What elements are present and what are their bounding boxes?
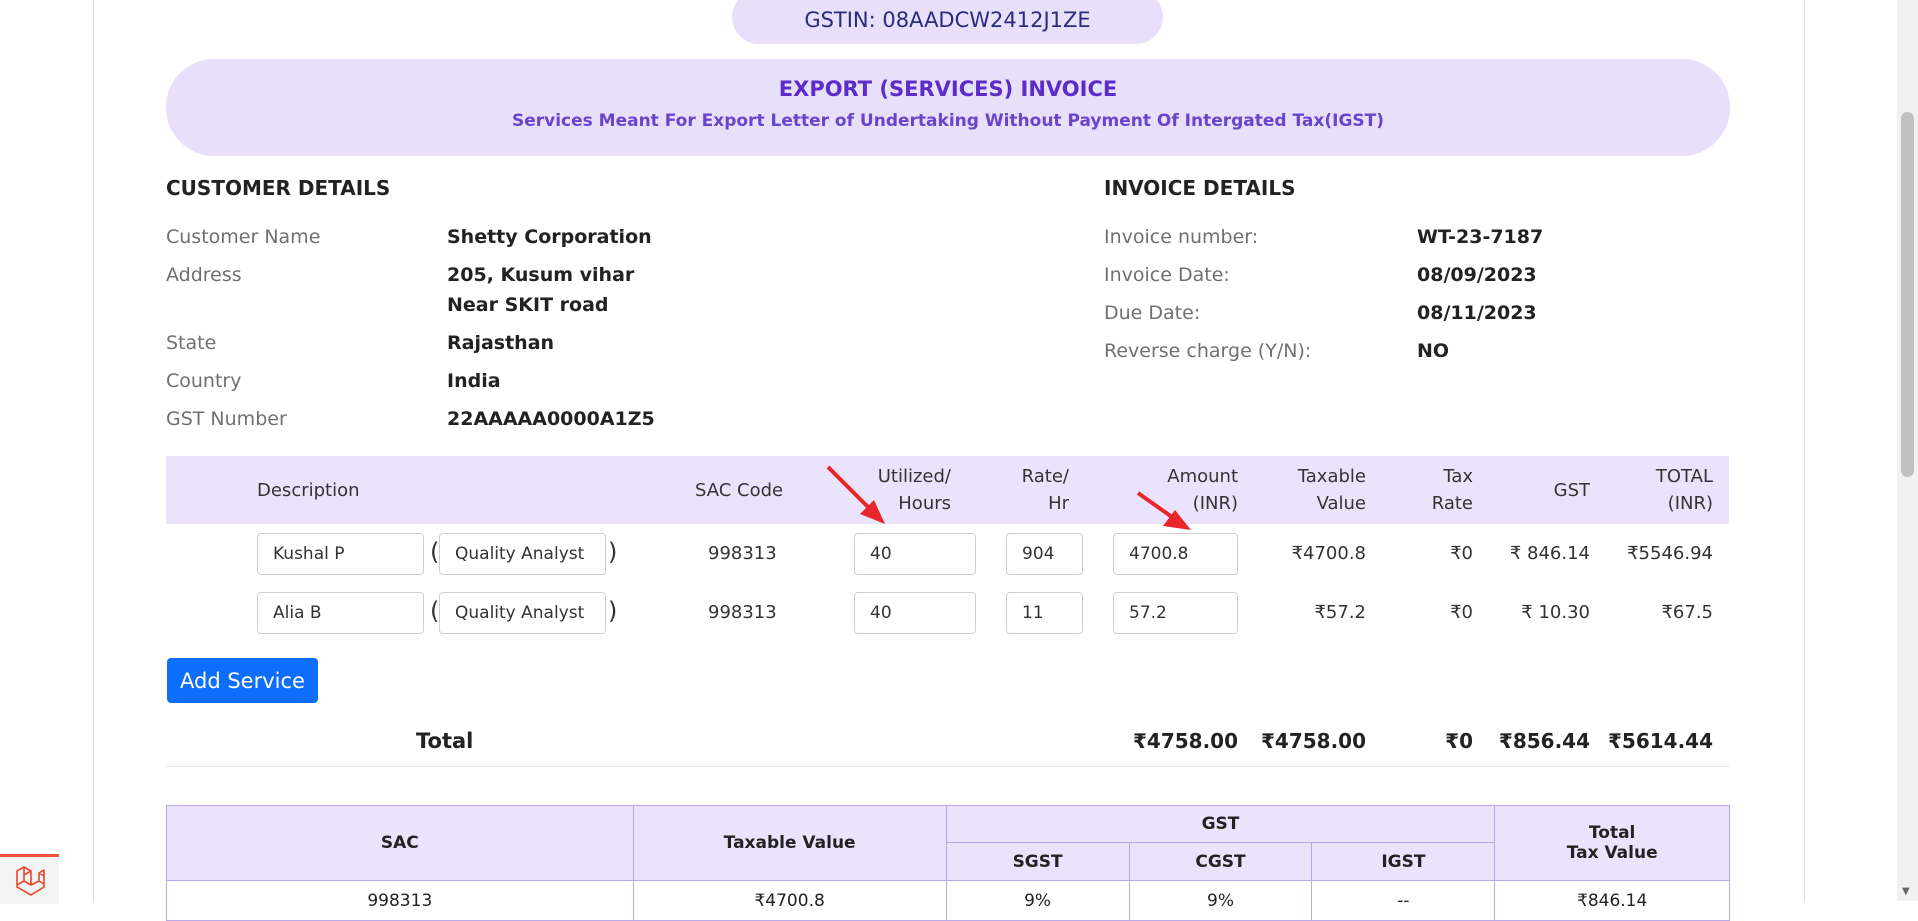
address-line2: Near SKIT road bbox=[447, 294, 609, 316]
col-total-line2: (INR) bbox=[1667, 493, 1713, 514]
summary-col-sgst: SGST bbox=[945, 842, 1130, 881]
col-rate: Rate/Hr bbox=[970, 463, 1069, 517]
vertical-scrollbar[interactable]: ▼ bbox=[1897, 0, 1918, 901]
paren-open: ( bbox=[430, 597, 440, 625]
summary-col-taxable: Taxable Value bbox=[632, 805, 947, 881]
summary-col-gst: GST bbox=[945, 805, 1496, 843]
row-taxable-value: ₹4700.8 bbox=[1291, 543, 1366, 564]
total-gst: ₹856.44 bbox=[1498, 729, 1590, 753]
col-total-line1: TOTAL bbox=[1655, 466, 1713, 487]
amount-input[interactable]: 4700.8 bbox=[1113, 533, 1238, 575]
row-total: ₹5546.94 bbox=[1627, 543, 1713, 564]
col-tax-rate: Tax Rate bbox=[1373, 463, 1473, 517]
summary-col-igst: IGST bbox=[1311, 842, 1496, 881]
gstin-badge: GSTIN: 08AADCW2412J1ZE bbox=[732, 0, 1163, 44]
summary-col-sac: SAC bbox=[166, 805, 634, 881]
paren-close: ) bbox=[608, 597, 618, 625]
row-tax-rate: ₹0 bbox=[1450, 602, 1473, 623]
row-gst: ₹ 846.14 bbox=[1509, 543, 1590, 564]
summary-col-total-line2: Tax Value bbox=[1566, 843, 1658, 863]
service-name-input[interactable]: Alia B bbox=[257, 592, 424, 634]
invoice-number-value: WT-23-7187 bbox=[1417, 226, 1544, 248]
scrollbar-thumb[interactable] bbox=[1901, 112, 1914, 477]
col-amount-line1: Amount bbox=[1167, 466, 1238, 487]
invoice-subtitle: Services Meant For Export Letter of Unde… bbox=[511, 111, 1385, 131]
country-value: India bbox=[447, 370, 501, 392]
address-line1: 205, Kusum vihar bbox=[447, 264, 635, 286]
add-service-button[interactable]: Add Service bbox=[167, 658, 318, 703]
state-label: State bbox=[166, 332, 217, 354]
row-taxable-value: ₹57.2 bbox=[1314, 602, 1366, 623]
reverse-charge-label: Reverse charge (Y/N): bbox=[1104, 340, 1312, 362]
country-label: Country bbox=[166, 370, 242, 392]
invoice-title-banner: EXPORT (SERVICES) INVOICE Services Meant… bbox=[166, 59, 1730, 156]
summary-col-total-line1: Total bbox=[1588, 823, 1636, 843]
col-taxable-line2: Value bbox=[1316, 493, 1366, 514]
col-gst: GST bbox=[1553, 480, 1590, 501]
invoice-details-heading: INVOICE DETAILS bbox=[1104, 176, 1296, 200]
total-tax-rate: ₹0 bbox=[1445, 729, 1473, 753]
invoice-date-label: Invoice Date: bbox=[1104, 264, 1230, 286]
service-role-input[interactable]: Quality Analyst bbox=[439, 533, 606, 575]
col-sac-code: SAC Code bbox=[695, 480, 784, 501]
col-rate-line2: Hr bbox=[1048, 493, 1069, 514]
invoice-date-value: 08/09/2023 bbox=[1417, 264, 1537, 286]
summary-col-total: Total Tax Value bbox=[1494, 805, 1730, 881]
col-hours-line2: Hours bbox=[898, 493, 951, 514]
gst-number-label: GST Number bbox=[166, 408, 287, 430]
laravel-debugbar-tab[interactable] bbox=[0, 854, 59, 904]
service-role-input[interactable]: Quality Analyst bbox=[439, 592, 606, 634]
reverse-charge-value: NO bbox=[1417, 340, 1450, 362]
paren-open: ( bbox=[430, 538, 440, 566]
row-sac-code: 998313 bbox=[708, 543, 777, 564]
total-label: Total bbox=[416, 729, 474, 753]
invoice-number-label: Invoice number: bbox=[1104, 226, 1259, 248]
due-date-label: Due Date: bbox=[1104, 302, 1201, 324]
due-date-value: 08/11/2023 bbox=[1417, 302, 1537, 324]
scroll-down-icon[interactable]: ▼ bbox=[1902, 886, 1910, 897]
total-grand: ₹5614.44 bbox=[1607, 729, 1713, 753]
col-amount-line2: (INR) bbox=[1192, 493, 1238, 514]
col-rate-line1: Rate/ bbox=[1021, 466, 1069, 487]
amount-input[interactable]: 57.2 bbox=[1113, 592, 1238, 634]
col-description: Description bbox=[257, 480, 360, 501]
tax-summary-table: SAC Taxable Value GST Total Tax Value SGS… bbox=[166, 805, 1730, 921]
col-hours: Utilized/Hours bbox=[851, 463, 951, 517]
hours-input[interactable]: 40 bbox=[854, 533, 976, 575]
col-total: TOTAL (INR) bbox=[1613, 463, 1713, 517]
col-taxable-line1: Taxable bbox=[1297, 466, 1366, 487]
col-hours-line1: Utilized/ bbox=[877, 466, 951, 487]
customer-name-label: Customer Name bbox=[166, 226, 321, 248]
customer-name-value: Shetty Corporation bbox=[447, 226, 652, 248]
col-tax-rate-line1: Tax bbox=[1443, 466, 1473, 487]
gst-number-value: 22AAAAA0000A1Z5 bbox=[447, 408, 655, 430]
customer-details-heading: CUSTOMER DETAILS bbox=[166, 176, 391, 200]
row-gst: ₹ 10.30 bbox=[1521, 602, 1590, 623]
col-tax-rate-line2: Rate bbox=[1431, 493, 1473, 514]
total-taxable: ₹4758.00 bbox=[1260, 729, 1366, 753]
row-sac-code: 998313 bbox=[708, 602, 777, 623]
row-tax-rate: ₹0 bbox=[1450, 543, 1473, 564]
invoice-title: EXPORT (SERVICES) INVOICE bbox=[778, 77, 1118, 101]
rate-input[interactable]: 904 bbox=[1006, 533, 1083, 575]
summary-col-cgst: CGST bbox=[1128, 842, 1313, 881]
paren-close: ) bbox=[608, 538, 618, 566]
col-amount: Amount (INR) bbox=[1138, 463, 1238, 517]
state-value: Rajasthan bbox=[447, 332, 555, 354]
col-taxable: Taxable Value bbox=[1266, 463, 1366, 517]
hours-input[interactable]: 40 bbox=[854, 592, 976, 634]
service-name-input[interactable]: Kushal P bbox=[257, 533, 424, 575]
total-amount: ₹4758.00 bbox=[1132, 729, 1238, 753]
laravel-logo-icon bbox=[15, 865, 45, 896]
address-label: Address bbox=[166, 264, 242, 286]
row-total: ₹67.5 bbox=[1661, 602, 1713, 623]
rate-input[interactable]: 11 bbox=[1006, 592, 1083, 634]
